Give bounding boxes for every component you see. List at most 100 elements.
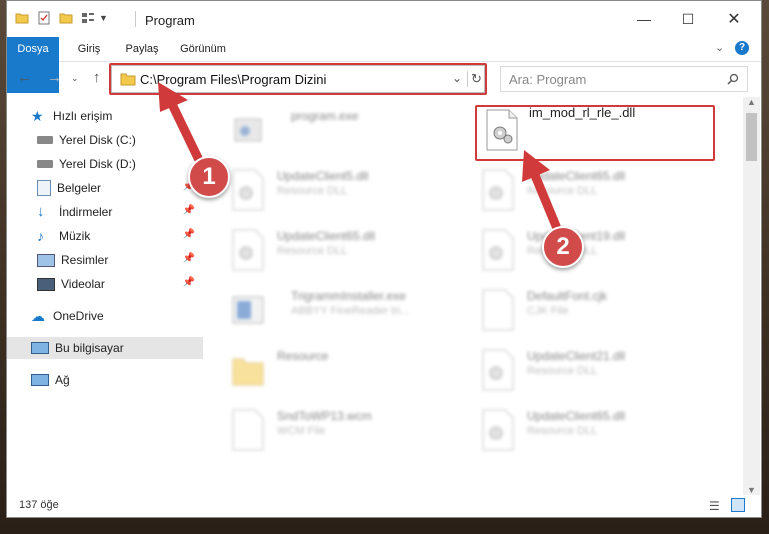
file-description: CJK File	[527, 305, 569, 317]
details-view-icon[interactable]: ☰	[709, 499, 720, 513]
address-highlight	[109, 63, 487, 95]
list-item[interactable]: UpdateClient65.dll Resource DLL	[207, 219, 447, 275]
sidebar-item-label: Müzik	[59, 229, 91, 243]
dll-gear-icon	[482, 409, 514, 451]
file-name: UpdateClient5.dll	[277, 169, 369, 183]
chevron-down-icon[interactable]: ⌄	[715, 41, 724, 54]
navigation-pane: ★ Hızlı erişim Yerel Disk (C:) Yerel Dis…	[7, 99, 203, 494]
sidebar-item-label: OneDrive	[53, 309, 104, 323]
title-bar: ▼ Program — ☐ ✕	[7, 1, 761, 37]
tab-share[interactable]: Paylaş	[117, 37, 167, 61]
file-description: Resource DLL	[277, 245, 348, 257]
close-icon: ✕	[727, 11, 741, 28]
sidebar-item-label: Belgeler	[57, 181, 102, 195]
quick-access-toolbar: ▼	[15, 11, 108, 25]
network-icon	[31, 374, 49, 386]
minimize-icon: —	[637, 11, 651, 27]
dll-gear-icon	[482, 229, 514, 271]
list-item[interactable]: UpdateClient65.dll Resource DLL	[457, 399, 697, 455]
back-arrow-icon[interactable]: ←	[17, 69, 32, 86]
list-item[interactable]: TrigrammInstaller.exe ABBYY FineReader t…	[207, 279, 447, 335]
list-item[interactable]: DefaultFont.cjk CJK File	[457, 279, 697, 335]
up-arrow-icon[interactable]: ↑	[93, 69, 101, 86]
sidebar-item-onedrive[interactable]: ☁ OneDrive	[7, 305, 203, 327]
dll-gear-icon	[232, 229, 264, 271]
installer-exe-icon	[232, 296, 264, 324]
sidebar-item-music[interactable]: ♪ Müzik 📌	[7, 225, 203, 247]
vertical-scrollbar[interactable]: ▲ ▼	[743, 97, 760, 495]
pin-icon[interactable]: 📌	[183, 229, 195, 240]
sidebar-item-videos[interactable]: Videolar 📌	[7, 273, 203, 295]
sidebar-item-label: Hızlı erişim	[53, 109, 113, 123]
search-input[interactable]: Ara: Program	[500, 66, 748, 92]
video-icon	[37, 277, 55, 291]
download-icon: ↓	[37, 203, 45, 220]
scroll-up-icon[interactable]: ▲	[747, 97, 756, 107]
file-name: UpdateClient65.dll	[527, 409, 626, 423]
recent-chevron-icon[interactable]: ⌄	[71, 73, 79, 84]
file-name: program.exe	[291, 109, 359, 123]
list-item[interactable]: Resource	[207, 339, 447, 395]
tab-home[interactable]: Giriş	[67, 37, 111, 61]
folder-icon	[232, 358, 264, 386]
search-placeholder: Ara: Program	[509, 72, 587, 87]
view-icon[interactable]	[81, 11, 95, 25]
sidebar-item-downloads[interactable]: ↓ İndirmeler 📌	[7, 201, 203, 223]
sidebar-item-label: Ağ	[55, 373, 70, 387]
ribbon-tabs: Dosya Giriş Paylaş Görünüm ⌄ ?	[7, 37, 761, 93]
properties-icon[interactable]	[37, 11, 51, 25]
file-description: Resource DLL	[527, 365, 598, 377]
dll-gear-icon	[482, 349, 514, 391]
file-description: Resource DLL	[527, 425, 598, 437]
sidebar-item-local-disk-c[interactable]: Yerel Disk (C:)	[7, 129, 203, 151]
sidebar-item-label: İndirmeler	[59, 205, 113, 219]
list-item[interactable]: program.exe	[207, 99, 447, 155]
sidebar-item-quick-access[interactable]: ★ Hızlı erişim	[7, 105, 203, 127]
annotation-badge-2: 2	[542, 226, 584, 268]
new-folder-icon[interactable]	[59, 11, 73, 25]
program-exe-icon	[234, 118, 262, 142]
pin-icon[interactable]: 📌	[183, 277, 195, 288]
sidebar-item-label: Videolar	[61, 277, 105, 291]
file-name: Resource	[277, 349, 329, 363]
star-icon: ★	[31, 108, 44, 124]
pin-icon[interactable]: 📌	[183, 205, 195, 216]
sidebar-item-label: Resimler	[61, 253, 109, 267]
list-item[interactable]: UpdateClient21.dll Resource DLL	[457, 339, 697, 395]
document-icon	[482, 289, 514, 331]
folder-icon[interactable]	[15, 11, 29, 25]
sidebar-item-label: Bu bilgisayar	[55, 341, 124, 355]
maximize-button[interactable]: ☐	[665, 1, 711, 37]
close-button[interactable]: ✕	[711, 1, 757, 37]
dll-gear-icon	[232, 169, 264, 211]
scroll-down-icon[interactable]: ▼	[747, 485, 756, 495]
sidebar-item-this-pc[interactable]: Bu bilgisayar	[7, 337, 203, 359]
tab-view[interactable]: Görünüm	[171, 37, 235, 61]
drive-icon	[37, 160, 53, 168]
list-item[interactable]: UpdateClient5.dll Resource DLL	[207, 159, 447, 215]
sidebar-item-local-disk-d[interactable]: Yerel Disk (D:)	[7, 153, 203, 175]
forward-arrow-icon[interactable]: →	[47, 69, 62, 86]
pictures-icon	[37, 253, 55, 267]
file-description: Resource DLL	[277, 185, 348, 197]
pin-icon[interactable]: 📌	[183, 253, 195, 264]
list-item[interactable]: SndToWP13.wcm WCM File	[207, 399, 447, 455]
file-name: UpdateClient65.dll	[277, 229, 376, 243]
chevron-down-icon[interactable]: ▼	[99, 13, 108, 23]
sidebar-item-documents[interactable]: Belgeler 📌	[7, 177, 203, 199]
sidebar-item-network[interactable]: Ağ	[7, 369, 203, 391]
music-icon: ♪	[37, 228, 44, 244]
list-item[interactable]: UpdateClient65.dll Resource DLL	[457, 159, 697, 215]
sidebar-item-pictures[interactable]: Resimler 📌	[7, 249, 203, 271]
file-description: WCM File	[277, 425, 326, 437]
help-icon[interactable]: ?	[735, 41, 749, 55]
file-description: Resource DLL	[527, 185, 598, 197]
cloud-icon: ☁	[31, 308, 45, 324]
minimize-button[interactable]: —	[621, 1, 667, 37]
large-icons-view-icon[interactable]	[731, 498, 745, 512]
annotation-badge-1: 1	[188, 156, 230, 198]
explorer-window: ▼ Program — ☐ ✕ Dosya Giriş Paylaş Görün…	[6, 0, 762, 518]
scrollbar-thumb[interactable]	[746, 113, 757, 161]
search-icon[interactable]	[727, 73, 739, 85]
item-count: 137 öğe	[19, 499, 59, 511]
